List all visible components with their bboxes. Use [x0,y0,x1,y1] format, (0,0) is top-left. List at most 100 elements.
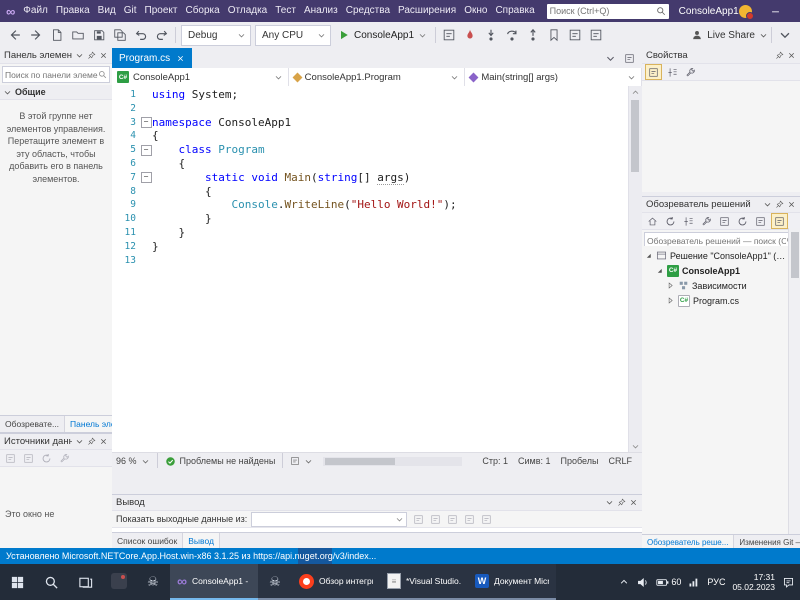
home-icon[interactable] [645,214,660,228]
live-share-button[interactable]: Live Share [691,29,768,41]
save-icon[interactable] [89,25,109,45]
panel-tab-0[interactable]: Обозревате... [0,416,66,432]
step-out-icon[interactable] [523,25,543,45]
task-view-button[interactable] [68,564,102,600]
toolbox-header[interactable]: Панель элементов [0,48,112,64]
forward-icon[interactable] [26,25,46,45]
toolbox-search-box[interactable] [2,66,110,83]
toolbar-overflow-button[interactable] [775,25,795,45]
fold-toggle-icon[interactable]: − [140,116,152,128]
status-item-0[interactable]: Стр: 1 [482,456,508,466]
undo-icon[interactable] [131,25,151,45]
taskbar-search-button[interactable] [34,564,68,600]
battery-indicator[interactable]: 60 [656,576,681,589]
panel-tab-1[interactable]: Изменения Git — п... [734,535,800,549]
panel-tab-1[interactable]: Панель эле... [65,416,112,432]
code-editor[interactable]: 1 using System; 2 3− namespace ConsoleApp1 4{… [112,86,629,452]
scrollbar-thumb[interactable] [631,100,639,172]
panel-tab-1[interactable]: Вывод [183,533,220,549]
menu-item-2[interactable]: Вид [94,0,120,22]
chevron-down-icon[interactable] [304,457,313,466]
properties-header[interactable]: Свойства [642,48,800,64]
tree-item-2[interactable]: Зависимости [642,278,789,293]
new-file-icon[interactable] [47,25,67,45]
properties-icon[interactable] [699,214,714,228]
health-check-icon[interactable] [165,456,176,467]
ds-add-icon[interactable] [3,451,18,465]
editor-vertical-scrollbar[interactable] [628,86,642,452]
solution-configurations-dropdown[interactable]: Debug [181,24,251,46]
chevron-down-icon[interactable] [605,498,614,507]
start-debugging-button[interactable]: ConsoleApp1 [333,25,432,45]
tree-item-0[interactable]: Решение "ConsoleApp1" (проекты: 1 из 1) [642,248,789,263]
panel-tab-0[interactable]: Обозреватель реше... [642,535,735,549]
quick-search-box[interactable] [546,3,669,19]
action-center-icon[interactable] [782,576,795,589]
task-yandex-browser[interactable]: Обзор интегриров... [292,564,380,600]
hot-reload-icon[interactable] [460,25,480,45]
status-item-1[interactable]: Симв: 1 [518,456,551,466]
close-icon[interactable] [99,437,108,446]
step-into-icon[interactable] [481,25,501,45]
tree-item-1[interactable]: C# ConsoleApp1 [642,263,789,278]
close-icon[interactable] [99,51,108,60]
property-pages-icon[interactable] [683,65,698,79]
menu-item-10[interactable]: Расширения [394,0,460,22]
bookmark-icon[interactable] [544,25,564,45]
nuget-icon[interactable] [753,214,768,228]
chevron-down-icon[interactable] [75,51,84,60]
collapse-all-icon[interactable] [681,214,696,228]
solution-search-input[interactable] [647,235,786,246]
expanded-arrow-icon[interactable] [655,266,664,275]
panel-tab-0[interactable]: Список ошибок [112,533,184,549]
sync-selection-icon[interactable] [663,214,678,228]
save-all-icon[interactable] [110,25,130,45]
status-item-3[interactable]: CRLF [608,456,632,466]
network-icon[interactable] [688,576,700,588]
start-button[interactable] [0,564,34,600]
scroll-up-icon[interactable] [631,88,640,97]
output-clear-icon[interactable] [445,512,460,526]
user-avatar[interactable] [738,4,754,20]
collapsed-arrow-icon[interactable] [666,281,675,290]
nav-dropdown-0[interactable]: C# ConsoleApp1 [112,68,289,86]
task-notepad[interactable]: ≡ *Visual Studio.txt - ... [380,564,468,600]
close-icon[interactable] [787,200,796,209]
output-find-icon[interactable] [411,512,426,526]
menu-item-1[interactable]: Правка [52,0,94,22]
tree-item-3[interactable]: C# Program.cs [642,293,789,308]
menu-item-8[interactable]: Анализ [300,0,342,22]
menu-item-9[interactable]: Средства [342,0,394,22]
status-item-2[interactable]: Пробелы [561,456,599,466]
document-list-icon[interactable] [603,51,618,65]
tray-expand-icon[interactable] [619,577,629,587]
menu-item-7[interactable]: Тест [271,0,300,22]
output-source-dropdown[interactable] [251,511,408,527]
refresh-icon[interactable] [735,214,750,228]
navigate-icon[interactable] [565,25,585,45]
scrollbar-thumb[interactable] [325,457,396,465]
pin-icon[interactable] [87,437,96,446]
close-icon[interactable] [787,51,796,60]
minimize-button[interactable] [762,0,790,22]
chevron-down-icon[interactable] [763,200,772,209]
close-tab-icon[interactable] [176,54,185,63]
running-skull-app-button[interactable]: ☠ [258,564,292,600]
task-word[interactable]: W Документ Microso... [468,564,556,600]
solution-explorer-header[interactable]: Обозреватель решений [642,197,800,213]
menu-item-12[interactable]: Справка [491,0,538,22]
scroll-down-icon[interactable] [631,442,640,451]
task-visual-studio[interactable]: ∞ ConsoleApp1 - Mic... [170,564,258,600]
pin-icon[interactable] [775,200,784,209]
ds-edit-icon[interactable] [21,451,36,465]
toolbox-group-general[interactable]: Общие [0,85,112,100]
pin-icon[interactable] [617,498,626,507]
back-icon[interactable] [5,25,25,45]
chevron-down-icon[interactable] [75,437,84,446]
clock[interactable]: 17:31 05.02.2023 [732,572,775,592]
alphabetical-icon[interactable] [665,65,680,79]
ds-refresh-icon[interactable] [39,451,54,465]
output-header[interactable]: Вывод [112,495,642,511]
keyboard-language[interactable]: РУС [707,577,725,587]
editor-horizontal-scrollbar[interactable] [323,456,463,466]
